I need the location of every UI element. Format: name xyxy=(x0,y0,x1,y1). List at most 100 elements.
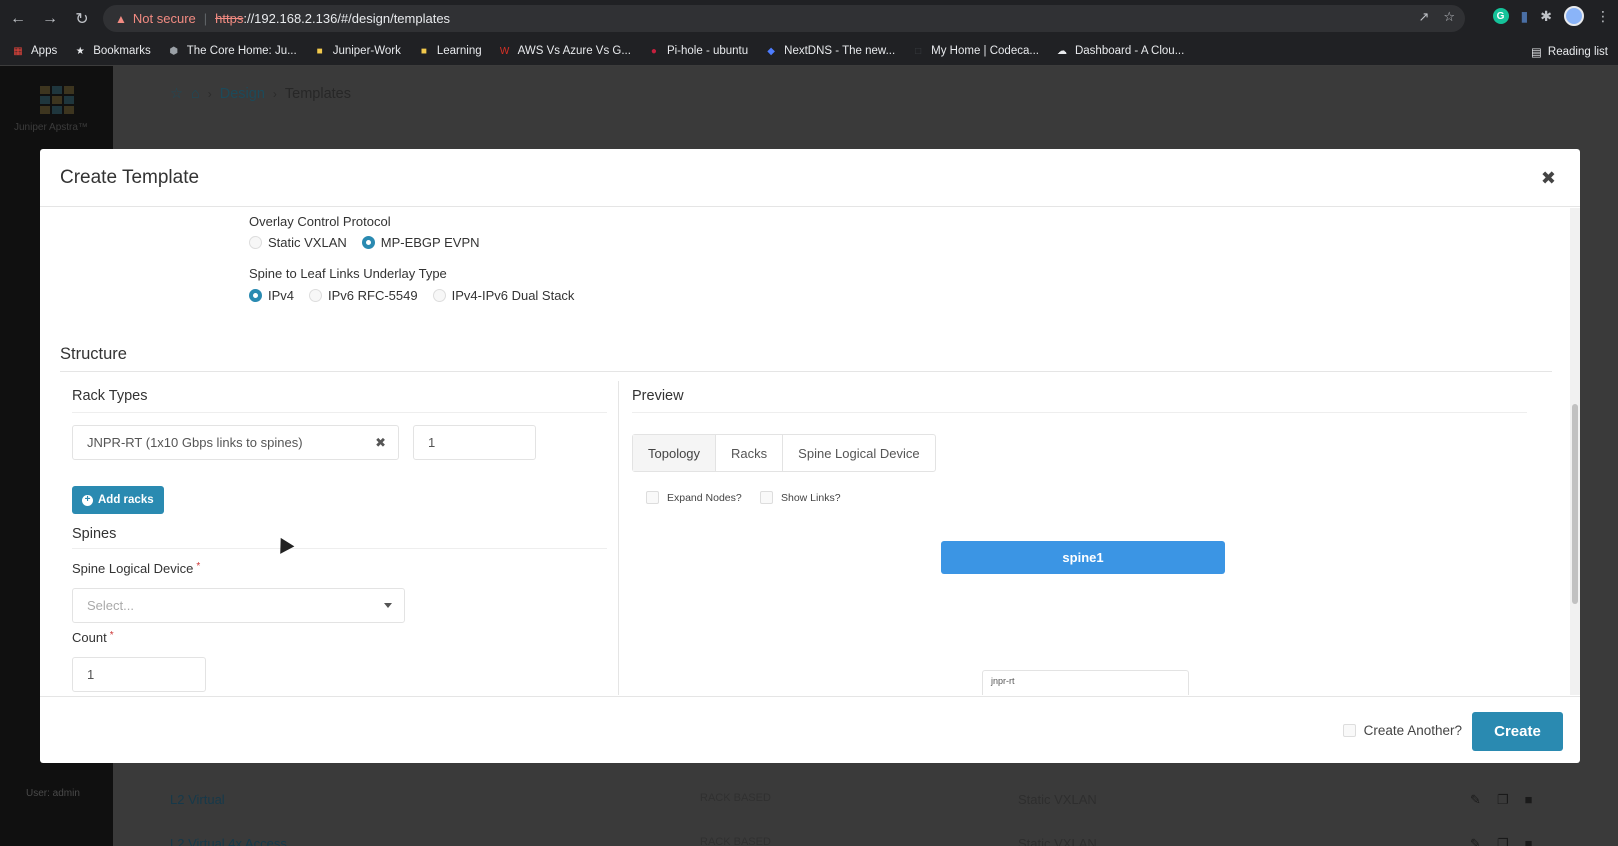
url-text: ://192.168.2.136/#/design/templates xyxy=(243,11,451,26)
overlay-protocol-label: Overlay Control Protocol xyxy=(249,214,391,229)
radio-mp-ebgp-evpn[interactable]: MP-EBGP EVPN xyxy=(361,235,480,250)
apps-grid-icon: ▦ xyxy=(13,45,23,57)
breadcrumb-separator: › xyxy=(272,87,277,101)
bookmark-bookmarks[interactable]: ★ Bookmarks xyxy=(74,45,151,57)
modal-scrollbar[interactable] xyxy=(1570,208,1580,695)
bookmark-pihole[interactable]: ● Pi-hole - ubuntu xyxy=(648,45,748,57)
rack-count-input[interactable]: 1 xyxy=(413,425,536,460)
rack-type-select[interactable]: JNPR-RT (1x10 Gbps links to spines) ✖ xyxy=(72,425,399,460)
bookmark-learning[interactable]: ■ Learning xyxy=(418,45,482,57)
bookmark-star-icon[interactable]: ☆ xyxy=(1443,9,1455,25)
forward-icon[interactable]: → xyxy=(36,5,64,33)
back-icon[interactable]: ← xyxy=(4,5,32,33)
profile-avatar[interactable] xyxy=(1564,6,1584,26)
reload-icon[interactable]: ↻ xyxy=(68,5,96,33)
tab-racks[interactable]: Racks xyxy=(716,435,784,471)
add-racks-button[interactable]: + Add racks xyxy=(72,486,164,514)
tab-spine-logical-device[interactable]: Spine Logical Device xyxy=(783,435,934,471)
address-bar[interactable]: ▲ Not secure | https ://192.168.2.136/#/… xyxy=(103,5,1465,32)
preview-tabs: Topology Racks Spine Logical Device xyxy=(632,434,936,472)
select-placeholder: Select... xyxy=(87,598,134,613)
modal-body[interactable]: Overlay Control Protocol Static VXLAN MP… xyxy=(40,208,1580,695)
folder-icon: ■ xyxy=(316,45,323,57)
cloud-icon: ☁ xyxy=(1056,45,1067,57)
template-name-link[interactable]: L2 Virtual xyxy=(170,792,225,807)
row-actions: ✎ ❐ ■ xyxy=(1470,836,1532,846)
spine-count-value: 1 xyxy=(87,667,95,682)
underlay-type-label: Spine to Leaf Links Underlay Type xyxy=(249,266,447,281)
checkbox[interactable] xyxy=(646,491,659,504)
template-protocol: Static VXLAN xyxy=(1018,836,1097,846)
radio-button-checked[interactable] xyxy=(249,289,262,302)
share-icon[interactable]: ↗ xyxy=(1418,9,1429,25)
tab-topology[interactable]: Topology xyxy=(633,435,717,471)
trash-icon[interactable]: ■ xyxy=(1525,836,1533,846)
radio-ipv6-rfc5549[interactable]: IPv6 RFC-5549 xyxy=(309,288,418,303)
structure-heading: Structure xyxy=(60,345,127,363)
radio-static-vxlan[interactable]: Static VXLAN xyxy=(249,235,347,250)
modal-footer: Create Another? Create xyxy=(40,696,1580,763)
radio-ipv4[interactable]: IPv4 xyxy=(249,288,294,303)
clear-icon[interactable]: ✖ xyxy=(375,435,386,451)
spines-divider xyxy=(72,548,607,549)
shield-icon: ◆ xyxy=(767,45,775,57)
app-logo-text: Juniper Apstra™ xyxy=(14,122,88,133)
edit-icon[interactable]: ✎ xyxy=(1470,792,1481,808)
template-name-link[interactable]: L2 Virtual 4x Access xyxy=(170,836,287,846)
extensions-area: G ▮ ✱ ⋮ xyxy=(1492,6,1610,26)
close-icon[interactable]: ✖ xyxy=(1541,168,1556,189)
home-icon[interactable]: ⌂ xyxy=(191,86,200,102)
expand-nodes-option[interactable]: Expand Nodes? xyxy=(646,491,742,504)
checkbox[interactable] xyxy=(760,491,773,504)
edit-icon[interactable]: ✎ xyxy=(1470,836,1481,846)
puzzle-icon[interactable]: ✱ xyxy=(1540,8,1552,25)
rack-count-value: 1 xyxy=(428,435,436,450)
required-asterisk: * xyxy=(196,561,201,572)
url-scheme: https xyxy=(215,11,244,26)
scrollbar-thumb[interactable] xyxy=(1572,404,1578,604)
breadcrumb-templates: Templates xyxy=(284,86,351,102)
bookmark-aws-azure[interactable]: W AWS Vs Azure Vs G... xyxy=(499,45,631,57)
bookmark-apps[interactable]: ▦ Apps xyxy=(12,45,57,57)
page-icon: □ xyxy=(915,45,922,57)
breadcrumb-design[interactable]: Design xyxy=(220,86,265,102)
extension-icon[interactable]: ▮ xyxy=(1521,8,1529,25)
radio-button[interactable] xyxy=(309,289,323,302)
create-button[interactable]: Create xyxy=(1472,712,1563,751)
chevron-down-icon xyxy=(384,603,392,608)
not-secure-label: Not secure xyxy=(132,11,196,26)
rack-label: jnpr-rt xyxy=(991,676,1015,686)
radio-button[interactable] xyxy=(249,236,262,249)
grammarly-icon[interactable]: G xyxy=(1492,8,1509,24)
favorite-star-icon[interactable]: ☆ xyxy=(170,86,183,102)
preview-divider xyxy=(632,412,1527,413)
bookmark-my-home[interactable]: □ My Home | Codeca... xyxy=(912,45,1039,57)
bookmarks-bar: ▦ Apps ★ Bookmarks ⬢ The Core Home: Ju..… xyxy=(0,37,1618,66)
checkbox[interactable] xyxy=(1342,724,1356,737)
reading-list-icon: ▤ xyxy=(1531,47,1542,59)
bookmark-nextdns[interactable]: ◆ NextDNS - The new... xyxy=(765,45,895,57)
rack-node[interactable]: jnpr-rt xyxy=(982,670,1189,695)
w-logo-icon: W xyxy=(499,45,510,57)
radio-button-checked[interactable] xyxy=(361,236,375,249)
modal-header: Create Template ✖ xyxy=(40,149,1580,207)
breadcrumb: ☆ ⌂ › Design › Templates xyxy=(170,86,351,102)
create-another-option[interactable]: Create Another? xyxy=(1342,723,1462,738)
bookmark-core-home[interactable]: ⬢ The Core Home: Ju... xyxy=(168,45,296,57)
reading-list[interactable]: ▤ Reading list xyxy=(1531,45,1608,59)
trash-icon[interactable]: ■ xyxy=(1525,792,1533,808)
radio-dual-stack[interactable]: IPv4-IPv6 Dual Stack xyxy=(432,288,574,303)
spine-logical-device-label: Spine Logical Device * xyxy=(72,561,201,576)
rack-type-value: JNPR-RT (1x10 Gbps links to spines) xyxy=(87,435,303,450)
menu-kebab-icon[interactable]: ⋮ xyxy=(1596,8,1610,25)
clone-icon[interactable]: ❐ xyxy=(1497,792,1509,808)
bookmark-dashboard[interactable]: ☁ Dashboard - A Clou... xyxy=(1056,45,1184,57)
spine-node[interactable]: spine1 xyxy=(941,541,1225,574)
radio-button[interactable] xyxy=(432,289,446,302)
spine-logical-device-select[interactable]: Select... xyxy=(72,588,405,623)
bookmark-juniper-work[interactable]: ■ Juniper-Work xyxy=(314,45,401,57)
preview-heading: Preview xyxy=(632,388,684,404)
clone-icon[interactable]: ❐ xyxy=(1497,836,1509,846)
show-links-option[interactable]: Show Links? xyxy=(760,491,841,504)
spine-count-input[interactable]: 1 xyxy=(72,657,206,692)
